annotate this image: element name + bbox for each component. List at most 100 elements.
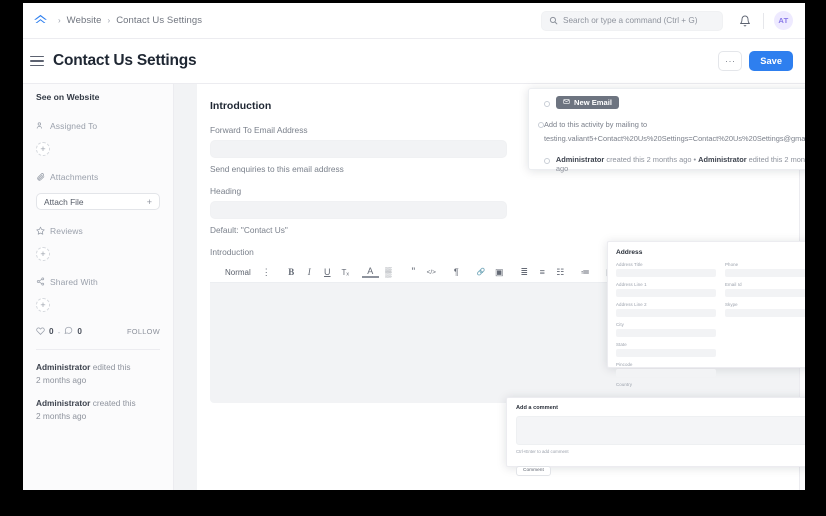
skype-input[interactable]: [725, 309, 805, 317]
field-heading: Heading: [210, 186, 805, 219]
frappe-chevron-logo-icon[interactable]: [30, 11, 50, 31]
bell-icon[interactable]: [737, 13, 753, 29]
highlight-icon[interactable]: ▒: [380, 264, 397, 281]
comment-icon[interactable]: [64, 326, 73, 337]
checklist-icon[interactable]: ☷: [552, 264, 569, 281]
ordered-list-icon[interactable]: ≣: [516, 264, 533, 281]
sidebar-label-reviews: Reviews: [50, 226, 83, 236]
comment-submit-button[interactable]: Comment: [516, 465, 551, 476]
add-comment-title: Add a comment: [516, 405, 558, 411]
sidebar-label-assigned-to: Assigned To: [50, 121, 98, 131]
breadcrumb-item-website[interactable]: Website: [67, 15, 102, 26]
address-field-city: City: [616, 322, 716, 337]
italic-icon[interactable]: I: [301, 264, 318, 281]
forward-email-input[interactable]: [210, 140, 507, 158]
address-field-address-title: Address Title: [616, 262, 716, 277]
sidebar-section-header: Attachments: [36, 168, 160, 186]
meta-created-text: created this 2 months ago: [604, 154, 692, 164]
city-input[interactable]: [616, 329, 716, 337]
address-label: Address Line 1: [616, 282, 647, 287]
address-field-line-2: Address Line 2: [616, 302, 716, 317]
timeline-dot-col: [538, 153, 556, 173]
image-icon[interactable]: ▣: [491, 264, 508, 281]
share-icon: [36, 273, 45, 291]
assigned-user-icon: [36, 117, 45, 135]
address-line-1-input[interactable]: [616, 289, 716, 297]
link-icon[interactable]: 🔗: [473, 264, 490, 281]
unordered-list-icon[interactable]: ≡: [534, 264, 551, 281]
address-label: Address Title: [616, 262, 643, 267]
top-navbar: › Website › Contact Us Settings Search o…: [23, 3, 805, 39]
field-hint-heading: Default: "Contact Us": [210, 225, 288, 235]
underline-icon[interactable]: U: [319, 264, 336, 281]
sidebar: See on Website Assigned To + Attachments…: [23, 84, 174, 490]
comment-count: 0: [77, 327, 82, 336]
heading-input[interactable]: [210, 201, 507, 219]
address-label: Country: [616, 382, 633, 387]
timeline-row-mail-info: Add to this activity by mailing to testi…: [529, 117, 805, 145]
meta-user-created[interactable]: Administrator: [556, 155, 604, 164]
more-options-button[interactable]: ···: [718, 51, 743, 71]
add-comment-card: Add a comment Ctrl+Enter to add comment …: [506, 397, 805, 476]
text-direction-icon[interactable]: ¶: [448, 264, 465, 281]
pincode-input[interactable]: [616, 369, 716, 377]
country-input[interactable]: [616, 389, 716, 397]
page-header: Contact Us Settings ··· Save: [23, 39, 805, 84]
sidebar-section-header: Assigned To: [36, 117, 160, 135]
breadcrumb-item-contact-us-settings[interactable]: Contact Us Settings: [116, 15, 202, 26]
sidebar-section-shared-with: Shared With +: [36, 273, 160, 312]
blockquote-icon[interactable]: ”: [405, 264, 422, 281]
breadcrumb-separator-0: ›: [58, 16, 61, 25]
editor-style-select[interactable]: Normal: [219, 268, 257, 277]
font-color-icon[interactable]: A: [361, 266, 379, 278]
email-id-input[interactable]: [725, 289, 805, 297]
add-assignment-button[interactable]: +: [36, 142, 50, 156]
mail-address-text[interactable]: testing.valiant5+Contact%20Us%20Settings…: [544, 131, 805, 145]
comment-textarea[interactable]: [516, 416, 805, 445]
hamburger-icon[interactable]: [30, 56, 44, 66]
comment-hint: Ctrl+Enter to add comment: [516, 449, 569, 454]
heart-icon[interactable]: [36, 326, 45, 337]
meta-user-edited[interactable]: Administrator: [698, 155, 746, 164]
search-input[interactable]: Search or type a command (Ctrl + G): [541, 10, 723, 31]
page-title: Contact Us Settings: [53, 52, 197, 69]
save-button[interactable]: Save: [749, 51, 793, 71]
address-field-line-1: Address Line 1: [616, 282, 716, 297]
sidebar-label-attachments: Attachments: [50, 172, 99, 182]
add-share-button[interactable]: +: [36, 298, 50, 312]
new-email-button[interactable]: New Email: [556, 96, 619, 109]
bold-icon[interactable]: B: [283, 264, 300, 281]
sidebar-divider: [36, 349, 160, 350]
address-label: State: [616, 342, 627, 347]
more-vertical-icon[interactable]: ⋮: [258, 264, 275, 281]
add-review-button[interactable]: +: [36, 247, 50, 261]
address-title-input[interactable]: [616, 269, 716, 277]
email-activity-card: New Email Add to this activity by mailin…: [528, 88, 805, 173]
timeline-dot-col: [538, 96, 556, 109]
add-attachment-icon: +: [146, 196, 152, 207]
star-icon: [36, 222, 45, 240]
envelope-icon: [563, 98, 570, 107]
address-label: Address Line 2: [616, 302, 647, 307]
see-on-website-link[interactable]: See on Website: [36, 92, 160, 102]
search-icon: [549, 12, 558, 30]
navbar-right-group: Search or type a command (Ctrl + G) AT: [541, 10, 805, 31]
clear-format-icon[interactable]: Tₓ: [337, 264, 354, 281]
address-field-country: Country: [616, 382, 716, 397]
app-window: › Website › Contact Us Settings Search o…: [23, 3, 805, 490]
state-input[interactable]: [616, 349, 716, 357]
sidebar-section-header: Reviews: [36, 222, 160, 240]
align-icon[interactable]: ≔: [577, 264, 594, 281]
avatar[interactable]: AT: [774, 11, 793, 30]
phone-input[interactable]: [725, 269, 805, 277]
activity-item-created: Administrator created this 2 months ago: [36, 397, 160, 423]
activity-user[interactable]: Administrator: [36, 362, 90, 372]
activity-user[interactable]: Administrator: [36, 398, 90, 408]
address-line-2-input[interactable]: [616, 309, 716, 317]
search-placeholder: Search or type a command (Ctrl + G): [563, 16, 698, 25]
code-icon[interactable]: </>: [423, 264, 440, 281]
timeline-dot-icon: [538, 122, 544, 128]
follow-button[interactable]: FOLLOW: [127, 327, 160, 336]
breadcrumb: › Website › Contact Us Settings: [58, 15, 202, 26]
attach-file-button[interactable]: Attach File +: [36, 193, 160, 210]
